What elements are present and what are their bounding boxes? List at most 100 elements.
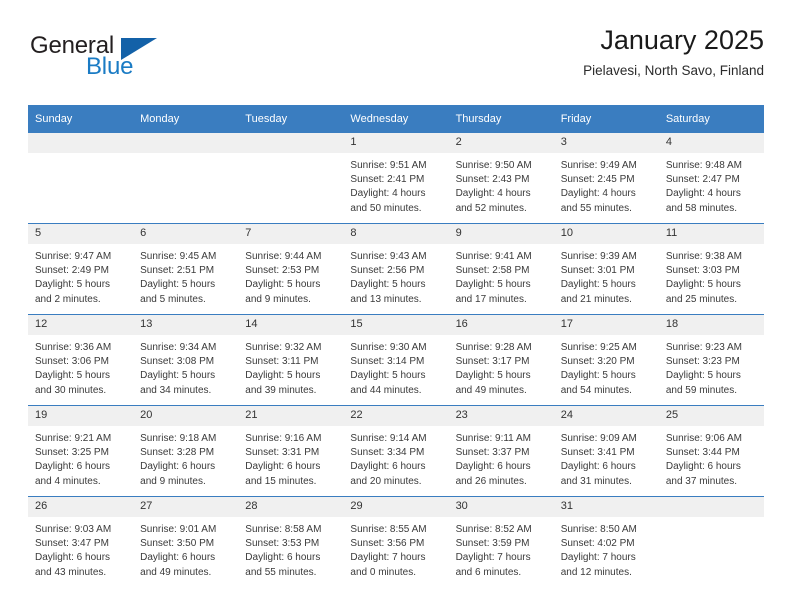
calendar-day-cell[interactable]: 10 Sunrise: 9:39 AM Sunset: 3:01 PM Dayligh… bbox=[553, 223, 659, 315]
daylight-duration-line2: and 17 minutes. bbox=[455, 293, 527, 305]
calendar-day-cell[interactable]: 11 Sunrise: 9:38 AM Sunset: 3:03 PM Dayligh… bbox=[658, 223, 764, 315]
day-details bbox=[659, 517, 764, 523]
day-details: Sunrise: 9:01 AM Sunset: 3:50 PM Daylight:… bbox=[133, 517, 238, 580]
logo-text-blue: Blue bbox=[86, 53, 134, 80]
calendar-day-cell[interactable]: 24 Sunrise: 9:09 AM Sunset: 3:41 PM Dayligh… bbox=[553, 405, 659, 497]
sunset-time: Sunset: 3:59 PM bbox=[455, 538, 530, 550]
calendar-day-cell[interactable]: 15 Sunrise: 9:30 AM Sunset: 3:14 PM Dayligh… bbox=[343, 314, 449, 406]
day-details: Sunrise: 9:14 AM Sunset: 3:34 PM Daylight:… bbox=[343, 426, 448, 489]
calendar-day-cell[interactable]: 6 Sunrise: 9:45 AM Sunset: 2:51 PM Daylight… bbox=[133, 223, 239, 315]
daylight-duration-line2: and 39 minutes. bbox=[245, 384, 317, 396]
daylight-duration-line1: Daylight: 5 hours bbox=[560, 279, 636, 291]
daylight-duration-line2: and 31 minutes. bbox=[560, 475, 632, 487]
sunset-time: Sunset: 3:11 PM bbox=[245, 356, 319, 368]
daylight-duration-line2: and 2 minutes. bbox=[35, 293, 101, 305]
day-details: Sunrise: 8:55 AM Sunset: 3:56 PM Daylight:… bbox=[343, 517, 448, 580]
calendar-day-cell[interactable]: 5 Sunrise: 9:47 AM Sunset: 2:49 PM Daylight… bbox=[28, 223, 134, 315]
calendar-day-cell[interactable]: 31 Sunrise: 8:50 AM Sunset: 4:02 PM Dayligh… bbox=[553, 496, 659, 587]
calendar-day-cell[interactable]: 28 Sunrise: 8:58 AM Sunset: 3:53 PM Dayligh… bbox=[238, 496, 344, 587]
day-number: 9 bbox=[448, 224, 554, 244]
calendar-day-cell[interactable]: 12 Sunrise: 9:36 AM Sunset: 3:06 PM Dayligh… bbox=[28, 314, 134, 406]
daylight-duration-line1: Daylight: 5 hours bbox=[560, 370, 636, 382]
calendar-day-cell[interactable]: 18 Sunrise: 9:23 AM Sunset: 3:23 PM Dayligh… bbox=[658, 314, 764, 406]
calendar-day-cell[interactable]: 8 Sunrise: 9:43 AM Sunset: 2:56 PM Daylight… bbox=[343, 223, 449, 315]
sunrise-time: Sunrise: 9:45 AM bbox=[140, 251, 217, 262]
calendar-day-cell[interactable]: 22 Sunrise: 9:14 AM Sunset: 3:34 PM Dayligh… bbox=[343, 405, 449, 497]
calendar-day-cell[interactable]: 23 Sunrise: 9:11 AM Sunset: 3:37 PM Dayligh… bbox=[448, 405, 554, 497]
calendar-day-cell[interactable]: 26 Sunrise: 9:03 AM Sunset: 3:47 PM Dayligh… bbox=[28, 496, 134, 587]
day-details: Sunrise: 9:49 AM Sunset: 2:45 PM Daylight:… bbox=[554, 153, 659, 216]
calendar-day-cell[interactable]: 4 Sunrise: 9:48 AM Sunset: 2:47 PM Daylight… bbox=[658, 133, 764, 224]
daylight-duration-line2: and 25 minutes. bbox=[665, 293, 738, 305]
calendar-day-cell[interactable]: 2 Sunrise: 9:50 AM Sunset: 2:43 PM Daylight… bbox=[448, 133, 554, 224]
daylight-duration-line2: and 30 minutes. bbox=[35, 384, 107, 396]
day-details: Sunrise: 9:39 AM Sunset: 3:01 PM Daylight:… bbox=[554, 244, 659, 307]
title-block: January 2025 Pielavesi, North Savo, Finl… bbox=[583, 25, 764, 79]
sunrise-time: Sunrise: 9:01 AM bbox=[140, 524, 217, 535]
calendar-day-cell[interactable]: 20 Sunrise: 9:18 AM Sunset: 3:28 PM Dayligh… bbox=[133, 405, 239, 497]
calendar-day-cell[interactable]: 16 Sunrise: 9:28 AM Sunset: 3:17 PM Dayligh… bbox=[448, 314, 554, 406]
sunset-time: Sunset: 2:53 PM bbox=[245, 265, 320, 277]
sunrise-time: Sunrise: 9:23 AM bbox=[665, 342, 742, 353]
page-title: January 2025 bbox=[600, 25, 764, 55]
sunset-time: Sunset: 3:23 PM bbox=[665, 356, 740, 368]
calendar-body: 1 Sunrise: 9:51 AM Sunset: 2:41 PM Daylight… bbox=[28, 133, 764, 587]
day-details: Sunrise: 9:51 AM Sunset: 2:41 PM Daylight:… bbox=[343, 153, 448, 216]
calendar-day-cell[interactable]: 19 Sunrise: 9:21 AM Sunset: 3:25 PM Dayligh… bbox=[28, 405, 134, 497]
general-blue-logo[interactable]: General Blue bbox=[28, 26, 228, 86]
calendar-day-cell[interactable]: 29 Sunrise: 8:55 AM Sunset: 3:56 PM Dayligh… bbox=[343, 496, 449, 587]
day-details: Sunrise: 9:45 AM Sunset: 2:51 PM Daylight:… bbox=[133, 244, 238, 307]
calendar-day-cell[interactable]: 7 Sunrise: 9:44 AM Sunset: 2:53 PM Daylight… bbox=[238, 223, 344, 315]
day-details: Sunrise: 9:38 AM Sunset: 3:03 PM Daylight:… bbox=[659, 244, 764, 307]
sunset-time: Sunset: 3:44 PM bbox=[665, 447, 740, 459]
daylight-duration-line2: and 34 minutes. bbox=[140, 384, 212, 396]
calendar-day-cell[interactable]: 9 Sunrise: 9:41 AM Sunset: 2:58 PM Daylight… bbox=[448, 223, 554, 315]
daylight-duration-line1: Daylight: 5 hours bbox=[140, 279, 216, 291]
sunset-time: Sunset: 2:41 PM bbox=[350, 174, 425, 186]
calendar-page: General Blue January 2025 Pielavesi, Nor… bbox=[0, 0, 792, 612]
sunrise-time: Sunrise: 9:36 AM bbox=[35, 342, 112, 353]
sunset-time: Sunset: 3:25 PM bbox=[35, 447, 109, 459]
daylight-duration-line1: Daylight: 5 hours bbox=[245, 370, 321, 382]
day-number: 1 bbox=[343, 133, 449, 153]
day-details bbox=[28, 153, 133, 159]
daylight-duration-line1: Daylight: 6 hours bbox=[35, 552, 111, 564]
day-details: Sunrise: 9:41 AM Sunset: 2:58 PM Daylight:… bbox=[449, 244, 554, 307]
daylight-duration-line2: and 9 minutes. bbox=[140, 475, 206, 487]
daylight-duration-line2: and 21 minutes. bbox=[560, 293, 632, 305]
calendar-day-cell[interactable]: 1 Sunrise: 9:51 AM Sunset: 2:41 PM Daylight… bbox=[343, 133, 449, 224]
sunset-time: Sunset: 3:56 PM bbox=[350, 538, 425, 550]
calendar-day-cell[interactable]: 17 Sunrise: 9:25 AM Sunset: 3:20 PM Dayligh… bbox=[553, 314, 659, 406]
calendar-day-cell[interactable]: 27 Sunrise: 9:01 AM Sunset: 3:50 PM Dayligh… bbox=[133, 496, 239, 587]
calendar-day-cell[interactable]: 3 Sunrise: 9:49 AM Sunset: 2:45 PM Daylight… bbox=[553, 133, 659, 224]
calendar-day-cell[interactable]: 14 Sunrise: 9:32 AM Sunset: 3:11 PM Dayligh… bbox=[238, 314, 344, 406]
day-number: 20 bbox=[133, 406, 239, 426]
daylight-duration-line2: and 4 minutes. bbox=[35, 475, 101, 487]
calendar-table: Sunday Monday Tuesday Wednesday Thursday… bbox=[28, 105, 764, 587]
day-number bbox=[133, 133, 239, 153]
day-details: Sunrise: 8:50 AM Sunset: 4:02 PM Daylight:… bbox=[554, 517, 659, 580]
day-number: 23 bbox=[448, 406, 554, 426]
day-details: Sunrise: 9:11 AM Sunset: 3:37 PM Daylight:… bbox=[449, 426, 554, 489]
daylight-duration-line1: Daylight: 4 hours bbox=[350, 188, 426, 200]
sunrise-time: Sunrise: 9:18 AM bbox=[140, 433, 217, 444]
calendar-day-cell[interactable]: 30 Sunrise: 8:52 AM Sunset: 3:59 PM Dayligh… bbox=[448, 496, 554, 587]
day-details: Sunrise: 9:16 AM Sunset: 3:31 PM Daylight:… bbox=[238, 426, 343, 489]
daylight-duration-line2: and 54 minutes. bbox=[560, 384, 632, 396]
sunset-time: Sunset: 2:45 PM bbox=[560, 174, 635, 186]
day-number: 14 bbox=[238, 315, 344, 335]
sunset-time: Sunset: 2:56 PM bbox=[350, 265, 425, 277]
day-number: 11 bbox=[658, 224, 764, 244]
day-details: Sunrise: 9:06 AM Sunset: 3:44 PM Daylight:… bbox=[659, 426, 764, 489]
sunrise-time: Sunrise: 9:48 AM bbox=[665, 160, 742, 171]
calendar-day-cell[interactable]: 13 Sunrise: 9:34 AM Sunset: 3:08 PM Dayligh… bbox=[133, 314, 239, 406]
calendar-week-row: 19 Sunrise: 9:21 AM Sunset: 3:25 PM Dayligh… bbox=[28, 405, 764, 497]
daylight-duration-line1: Daylight: 5 hours bbox=[665, 370, 741, 382]
daylight-duration-line1: Daylight: 6 hours bbox=[140, 552, 216, 564]
daylight-duration-line1: Daylight: 6 hours bbox=[455, 461, 531, 473]
calendar-day-cell[interactable]: 21 Sunrise: 9:16 AM Sunset: 3:31 PM Dayligh… bbox=[238, 405, 344, 497]
day-details: Sunrise: 9:28 AM Sunset: 3:17 PM Daylight:… bbox=[449, 335, 554, 398]
calendar-day-cell[interactable]: 25 Sunrise: 9:06 AM Sunset: 3:44 PM Dayligh… bbox=[658, 405, 764, 497]
day-details: Sunrise: 9:03 AM Sunset: 3:47 PM Daylight:… bbox=[28, 517, 133, 580]
daylight-duration-line2: and 0 minutes. bbox=[350, 566, 417, 578]
